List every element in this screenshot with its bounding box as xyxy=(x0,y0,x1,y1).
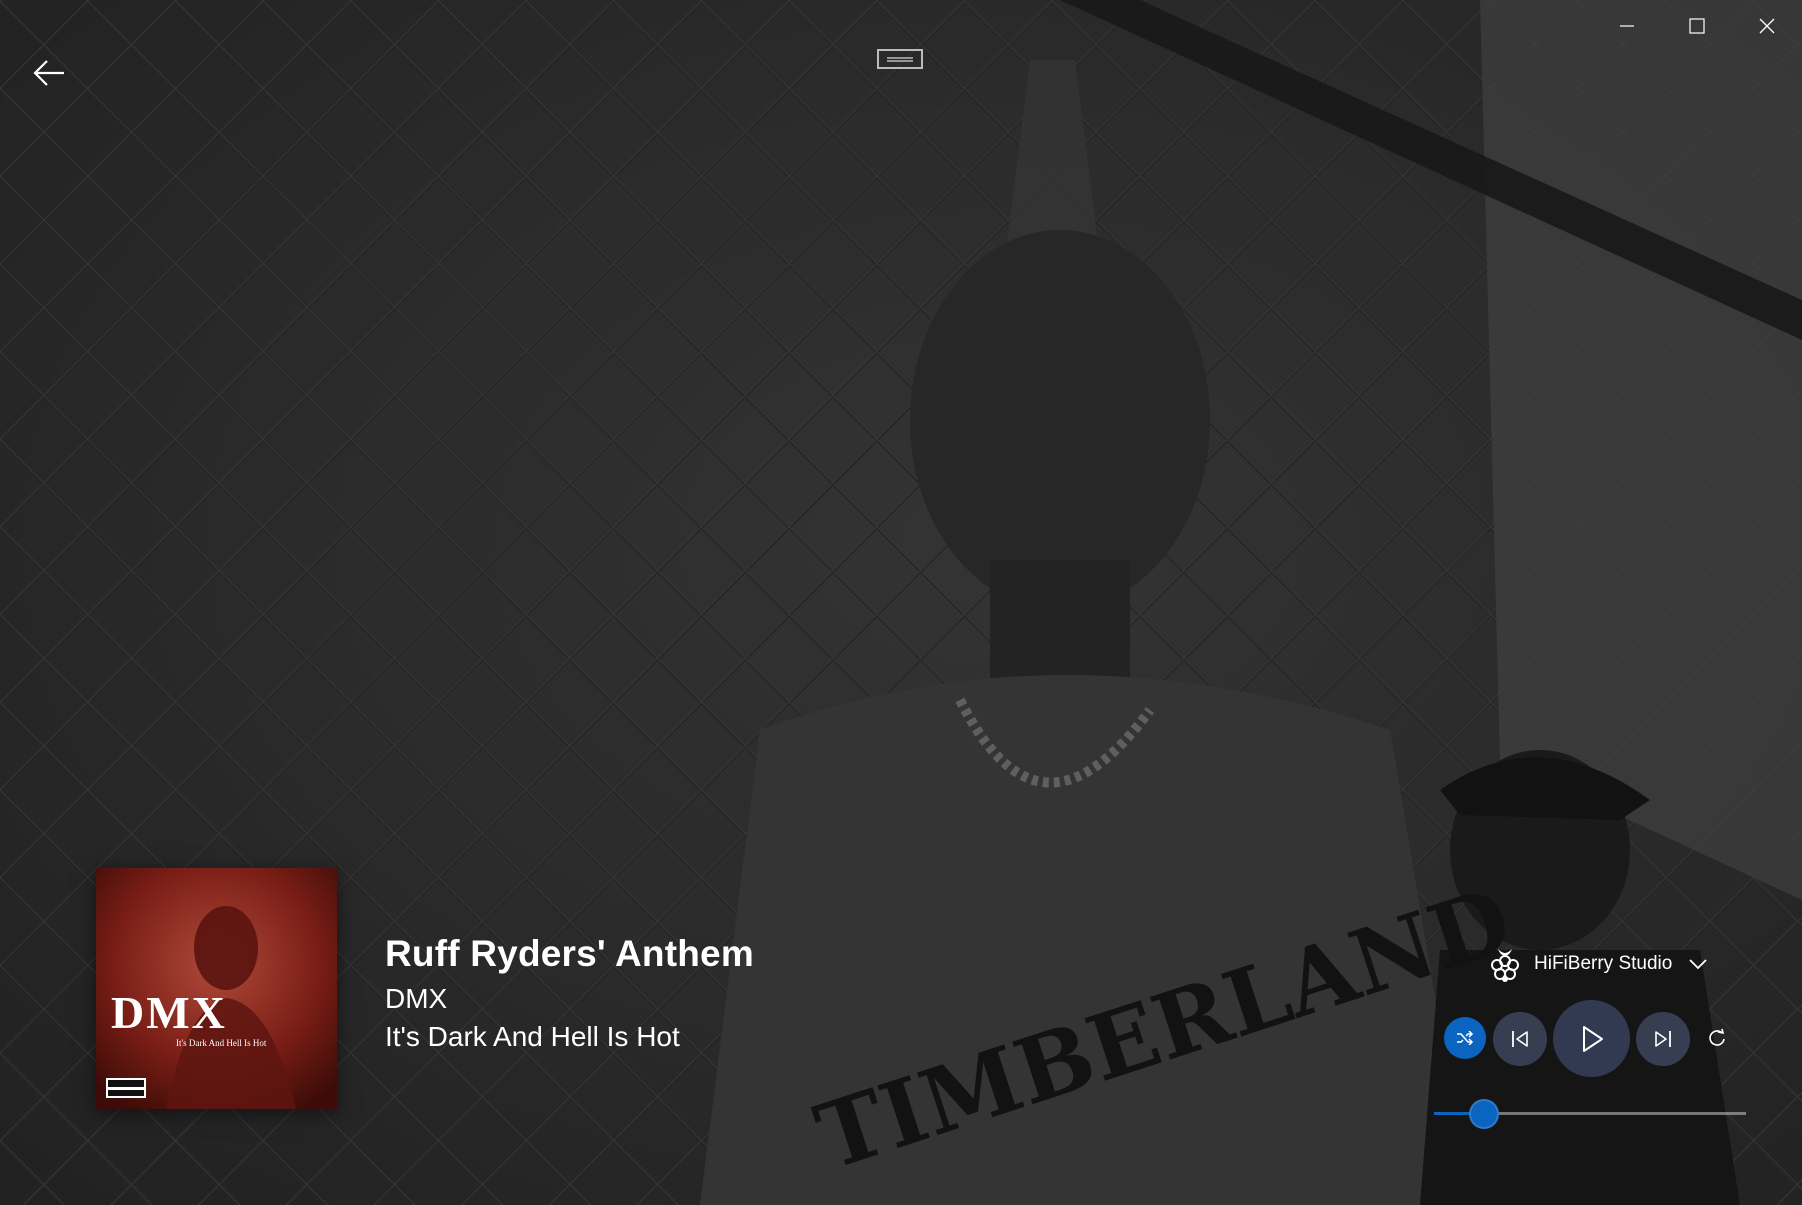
device-selector[interactable]: HiFiBerry Studio xyxy=(1488,942,1708,986)
track-album[interactable]: It's Dark And Hell Is Hot xyxy=(385,1018,754,1056)
compact-overlay-button[interactable] xyxy=(876,46,924,72)
seek-slider[interactable] xyxy=(1434,1096,1746,1132)
raspberry-pi-icon xyxy=(1491,949,1519,982)
track-artist[interactable]: DMX xyxy=(385,980,754,1018)
play-button[interactable] xyxy=(1553,1000,1630,1077)
minimize-button[interactable] xyxy=(1592,0,1662,52)
previous-icon xyxy=(1512,1031,1528,1047)
device-name: HiFiBerry Studio xyxy=(1534,953,1673,974)
maximize-button[interactable] xyxy=(1662,0,1732,52)
shuffle-icon xyxy=(1457,1031,1474,1045)
next-icon xyxy=(1655,1031,1671,1047)
compact-overlay-icon xyxy=(877,49,923,69)
seek-thumb[interactable] xyxy=(1469,1099,1499,1129)
track-title: Ruff Ryders' Anthem xyxy=(385,933,754,974)
play-icon xyxy=(1582,1025,1603,1052)
next-button[interactable] xyxy=(1636,1012,1690,1066)
album-art-subtitle: It's Dark And Hell Is Hot xyxy=(176,1038,267,1048)
track-info: Ruff Ryders' Anthem DMX It's Dark And He… xyxy=(385,930,754,1056)
back-arrow-icon xyxy=(33,60,64,86)
previous-button[interactable] xyxy=(1493,1012,1547,1066)
back-button[interactable] xyxy=(24,50,74,96)
shuffle-button[interactable] xyxy=(1444,1017,1486,1059)
album-art: DMX It's Dark And Hell Is Hot xyxy=(96,868,337,1109)
repeat-button[interactable] xyxy=(1700,1021,1734,1055)
maximize-icon xyxy=(1689,18,1705,34)
close-icon xyxy=(1759,18,1775,34)
close-button[interactable] xyxy=(1732,0,1802,52)
album-art-title: DMX xyxy=(111,987,227,1038)
chevron-down-icon xyxy=(1689,959,1707,970)
minimize-icon xyxy=(1620,25,1634,27)
repeat-icon xyxy=(1709,1028,1725,1046)
